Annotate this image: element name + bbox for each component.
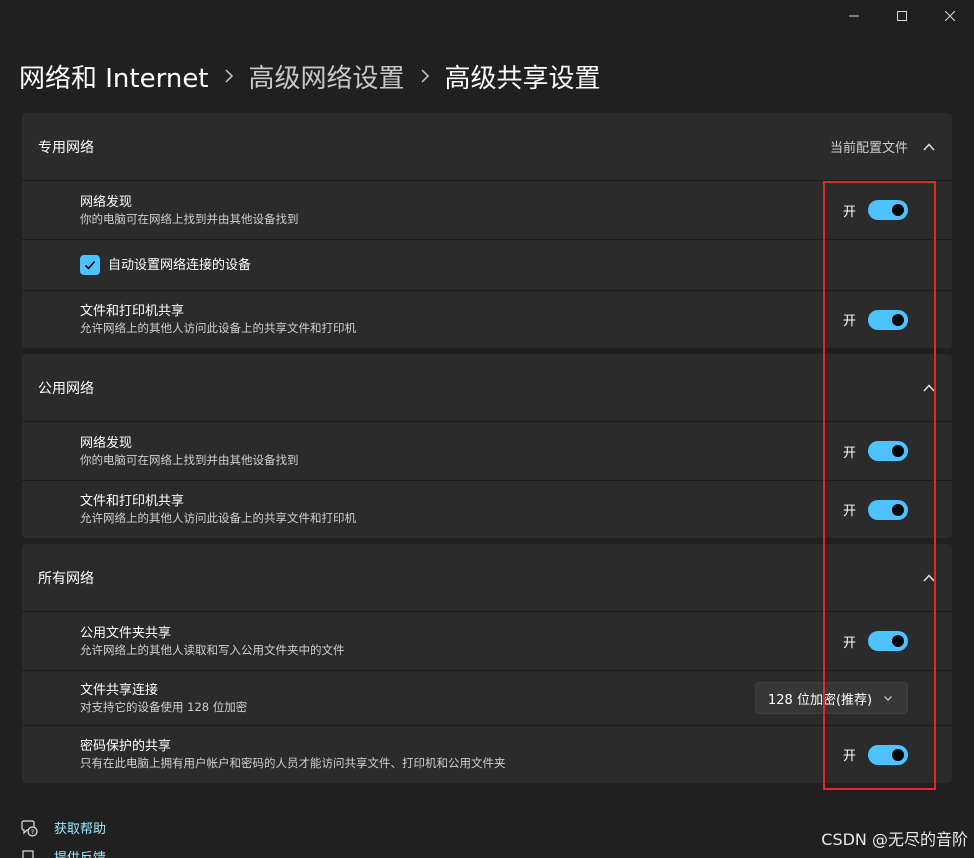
feedback-label: 提供反馈 [54,847,106,858]
setting-row-public-discovery: 网络发现 你的电脑可在网络上找到并由其他设备找到 开 [22,421,952,480]
toggle-state-label: 开 [842,445,856,461]
chevron-up-icon [922,140,936,154]
toggle-knob [892,445,904,457]
setting-row-private-discovery: 网络发现 你的电脑可在网络上找到并由其他设备找到 开 [22,180,952,239]
toggle-state-label: 开 [842,314,856,329]
breadcrumb-network[interactable]: 网络和 Internet [19,58,209,95]
section-header-public[interactable]: 公用网络 [22,354,952,421]
toggle-knob [892,635,904,647]
setting-title: 文件和打印机共享 [80,494,185,509]
setting-description: 只有在此电脑上拥有用户帐户和密码的人员才能访问共享文件、打印机和公用文件夹 [80,756,506,770]
section-title: 所有网络 [38,570,94,587]
public-folder-toggle[interactable] [868,631,908,651]
settings-window: 网络和 Internet 高级网络设置 高级共享设置 专用网络 当前配置文件 网… [0,0,974,858]
private-file-sharing-toggle[interactable] [868,309,908,330]
setting-row-public-folder: 公用文件夹共享 允许网络上的其他人读取和写入公用文件夹中的文件 开 [22,611,952,670]
chevron-down-icon [884,696,892,701]
feedback-icon [22,849,34,858]
setting-title: 公用文件夹共享 [80,625,172,641]
setting-description: 对支持它的设备使用 128 位加密 [80,699,248,714]
window-controls [830,0,974,32]
setting-title: 文件和打印机共享 [80,304,185,319]
svg-text:?: ? [31,829,34,836]
section-header-all[interactable]: 所有网络 [22,544,952,611]
toggle-state-label: 开 [842,204,856,220]
toggle-state-label: 开 [842,749,856,764]
help-icon: ? [21,819,38,837]
encryption-dropdown[interactable]: 128 位加密(推荐) [755,682,908,714]
setting-description: 你的电脑可在网络上找到并由其他设备找到 [80,452,299,467]
password-sharing-toggle[interactable] [868,744,908,765]
minimize-icon [849,15,859,17]
public-file-sharing-toggle[interactable] [868,499,908,520]
section-header-private[interactable]: 专用网络 当前配置文件 [22,113,952,180]
private-discovery-toggle[interactable] [868,200,908,220]
toggle-knob [892,503,904,516]
close-button[interactable] [926,0,974,32]
toggle-state-label: 开 [842,504,856,519]
setting-title: 网络发现 [80,194,133,210]
feedback-link[interactable]: 提供反馈 [20,847,106,858]
setting-row-private-file-sharing: 文件和打印机共享 允许网络上的其他人访问此设备上的共享文件和打印机 开 [22,290,952,348]
setting-row-auto-setup: 自动设置网络连接的设备 [22,239,952,290]
maximize-icon [897,11,907,21]
setting-title: 密码保护的共享 [80,739,172,754]
chevron-up-icon [922,571,936,585]
section-title: 公用网络 [38,380,94,397]
setting-row-password-protected: 密码保护的共享 只有在此电脑上拥有用户帐户和密码的人员才能访问共享文件、打印机和… [22,725,952,783]
get-help-label: 获取帮助 [54,822,107,837]
chevron-right-icon [419,69,431,83]
setting-description: 你的电脑可在网络上找到并由其他设备找到 [80,211,299,226]
checkmark-icon [84,260,96,270]
section-public-network: 公用网络 网络发现 你的电脑可在网络上找到并由其他设备找到 开 文件和打印机共享… [22,354,952,538]
dropdown-value: 128 位加密(推荐) [768,692,873,708]
breadcrumb: 网络和 Internet 高级网络设置 高级共享设置 [19,56,601,96]
auto-setup-label: 自动设置网络连接的设备 [108,257,252,273]
section-all-networks: 所有网络 公用文件夹共享 允许网络上的其他人读取和写入公用文件夹中的文件 开 文… [22,544,952,783]
setting-description: 允许网络上的其他人访问此设备上的共享文件和打印机 [80,511,356,525]
close-icon [945,11,955,21]
chevron-up-icon [922,381,936,395]
section-title: 专用网络 [38,139,94,156]
auto-setup-checkbox[interactable] [80,255,100,275]
get-help-link[interactable]: ? 获取帮助 [20,818,106,837]
setting-row-public-file-sharing: 文件和打印机共享 允许网络上的其他人访问此设备上的共享文件和打印机 开 [22,480,952,538]
chevron-right-icon [223,69,235,83]
minimize-button[interactable] [830,0,878,32]
toggle-state-label: 开 [842,635,856,651]
toggle-knob [892,313,904,326]
setting-title: 网络发现 [80,435,133,451]
setting-description: 允许网络上的其他人读取和写入公用文件夹中的文件 [80,642,345,657]
maximize-button[interactable] [878,0,926,32]
toggle-knob [892,204,904,216]
setting-title: 文件共享连接 [80,682,159,698]
setting-row-file-sharing-connection: 文件共享连接 对支持它的设备使用 128 位加密 128 位加密(推荐) [22,670,952,725]
page-title: 高级共享设置 [444,63,601,94]
public-discovery-toggle[interactable] [868,441,908,461]
setting-description: 允许网络上的其他人访问此设备上的共享文件和打印机 [80,321,356,335]
toggle-knob [892,748,904,761]
breadcrumb-advanced-network[interactable]: 高级网络设置 [249,58,405,95]
section-private-network: 专用网络 当前配置文件 网络发现 你的电脑可在网络上找到并由其他设备找到 开 自… [22,113,952,348]
watermark-text: CSDN @无尽的音阶 [821,830,968,849]
current-profile-label: 当前配置文件 [829,141,908,156]
